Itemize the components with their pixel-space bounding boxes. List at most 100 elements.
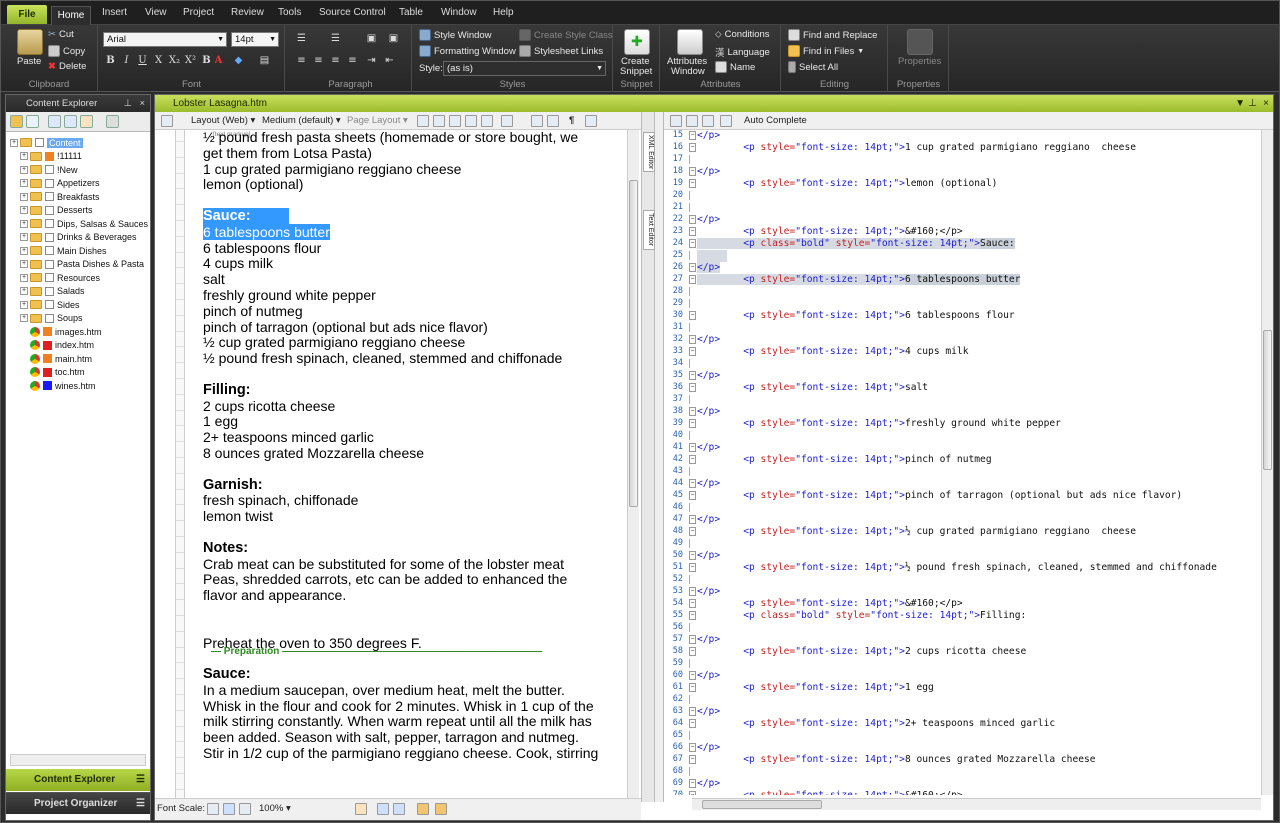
structure-mark[interactable] xyxy=(176,304,184,316)
structure-mark[interactable] xyxy=(176,241,184,253)
fold-marker[interactable] xyxy=(689,299,696,308)
structure-mark[interactable] xyxy=(176,162,184,174)
indent-less-icon[interactable]: ⇤ xyxy=(382,53,397,68)
tree-item[interactable]: wines.htm xyxy=(20,379,96,392)
indent-icon[interactable]: ▣ xyxy=(364,31,379,46)
tab-table[interactable]: Table xyxy=(399,7,423,18)
layout-select[interactable]: Layout (Web) ▾ xyxy=(191,115,255,126)
style-window-button[interactable]: Style Window xyxy=(419,29,492,41)
structure-mark[interactable] xyxy=(176,351,184,364)
checkbox[interactable] xyxy=(45,300,54,309)
align-right-icon[interactable]: ≡ xyxy=(328,53,343,68)
font-family-select[interactable]: Arial ▼ xyxy=(103,32,227,47)
tree-item[interactable]: index.htm xyxy=(20,339,94,352)
structure-mark[interactable] xyxy=(176,683,184,695)
code-horizontal-scrollbar[interactable] xyxy=(692,798,1261,810)
pilcrow-icon[interactable]: ¶ xyxy=(569,115,574,126)
structure-mark[interactable] xyxy=(176,478,184,490)
structure-mark[interactable] xyxy=(176,557,184,569)
fold-marker[interactable]: − xyxy=(689,755,696,764)
fold-marker[interactable]: − xyxy=(689,647,696,656)
horizontal-scrollbar[interactable] xyxy=(10,754,146,766)
tab-review[interactable]: Review xyxy=(231,7,264,18)
align-left-icon[interactable]: ≡ xyxy=(294,53,309,68)
fold-marker[interactable]: − xyxy=(689,683,696,692)
tree-item[interactable]: + Resources xyxy=(20,271,100,284)
code-icon-1[interactable] xyxy=(670,115,682,127)
toolbar-icon-2[interactable] xyxy=(433,115,445,127)
fold-marker[interactable]: − xyxy=(689,599,696,608)
fold-marker[interactable]: − xyxy=(689,179,696,188)
expand-icon[interactable]: + xyxy=(20,260,28,268)
toolbar-icon-1[interactable] xyxy=(417,115,429,127)
fold-marker[interactable]: − xyxy=(689,635,696,644)
tab-file[interactable]: File xyxy=(7,5,47,24)
structure-mark[interactable] xyxy=(176,414,184,427)
expand-icon[interactable]: + xyxy=(20,246,28,255)
zoom-in-icon[interactable] xyxy=(239,803,251,815)
fold-marker[interactable] xyxy=(689,731,696,740)
ruler-icon[interactable] xyxy=(417,803,429,815)
number-list-icon[interactable]: ☰ xyxy=(328,31,343,46)
expand-icon[interactable]: + xyxy=(20,287,28,295)
code-icon-2[interactable] xyxy=(686,115,698,127)
checkbox[interactable] xyxy=(45,232,54,242)
fold-marker[interactable]: − xyxy=(689,419,696,428)
structure-mark[interactable] xyxy=(176,620,184,632)
tab-project[interactable]: Project xyxy=(183,7,214,18)
close-icon[interactable]: × xyxy=(1263,95,1269,112)
grid-icon[interactable] xyxy=(80,115,93,128)
expand-icon[interactable]: + xyxy=(20,179,28,187)
fold-marker[interactable]: − xyxy=(689,167,696,176)
formatting-window-button[interactable]: Formatting Window xyxy=(419,45,516,57)
structure-mark[interactable] xyxy=(176,383,184,395)
name-button[interactable]: Name xyxy=(715,61,755,73)
fold-marker[interactable]: − xyxy=(689,407,696,416)
fold-marker[interactable]: − xyxy=(689,779,696,788)
fold-marker[interactable]: − xyxy=(689,335,696,344)
structure-mark[interactable] xyxy=(176,288,184,300)
checkbox[interactable] xyxy=(45,165,54,174)
toolbar-icon-4[interactable] xyxy=(465,115,477,127)
fold-marker[interactable]: − xyxy=(689,215,696,224)
copy-button[interactable]: Copy xyxy=(48,45,85,57)
chevron-down-icon[interactable]: ▼ xyxy=(1235,95,1245,112)
fold-marker[interactable]: − xyxy=(689,311,696,320)
fold-marker[interactable]: − xyxy=(689,743,696,752)
structure-mark[interactable] xyxy=(176,446,184,458)
expand-icon[interactable]: + xyxy=(20,219,28,228)
structure-mark[interactable] xyxy=(176,462,184,474)
structure-mark[interactable] xyxy=(176,541,184,553)
structure-mark[interactable] xyxy=(176,509,184,522)
fold-marker[interactable]: − xyxy=(689,227,696,236)
fold-marker[interactable] xyxy=(689,503,696,512)
tree-item[interactable]: + Sides xyxy=(20,298,80,311)
structure-mark[interactable] xyxy=(176,636,184,648)
tab-view[interactable]: View xyxy=(145,7,167,18)
toolbar-icon-6[interactable] xyxy=(501,115,513,127)
structure-mark[interactable] xyxy=(176,604,184,616)
tree-item[interactable]: + !11111 xyxy=(20,150,82,163)
properties-button[interactable]: Properties xyxy=(898,56,941,67)
superscript-button[interactable]: X² xyxy=(183,53,198,68)
content-explorer-accordion[interactable]: Content Explorer ☰ xyxy=(6,769,150,791)
fold-marker[interactable]: − xyxy=(689,551,696,560)
page-icon[interactable] xyxy=(161,115,173,127)
align-center-icon[interactable]: ≡ xyxy=(311,53,326,68)
fold-marker[interactable] xyxy=(689,575,696,584)
fold-marker[interactable]: − xyxy=(689,707,696,716)
split-view-icon-2[interactable] xyxy=(547,115,559,127)
split-view-icon[interactable] xyxy=(531,115,543,127)
indent-more-icon[interactable]: ⇥ xyxy=(364,53,379,68)
code-scrollbar[interactable] xyxy=(1261,130,1273,795)
settings-icon[interactable] xyxy=(106,115,119,128)
checkbox[interactable] xyxy=(45,192,54,201)
create-snippet-button-line2[interactable]: Snippet xyxy=(620,66,652,77)
document-scrollbar[interactable] xyxy=(627,130,639,798)
fold-marker[interactable]: − xyxy=(689,143,696,152)
bullet-list-icon[interactable]: ☰ xyxy=(294,31,309,46)
fold-marker[interactable] xyxy=(689,431,696,440)
expand-icon[interactable]: + xyxy=(10,138,18,147)
tree-item[interactable]: + Appetizers xyxy=(20,177,100,190)
font-color-button[interactable]: A xyxy=(211,53,226,68)
